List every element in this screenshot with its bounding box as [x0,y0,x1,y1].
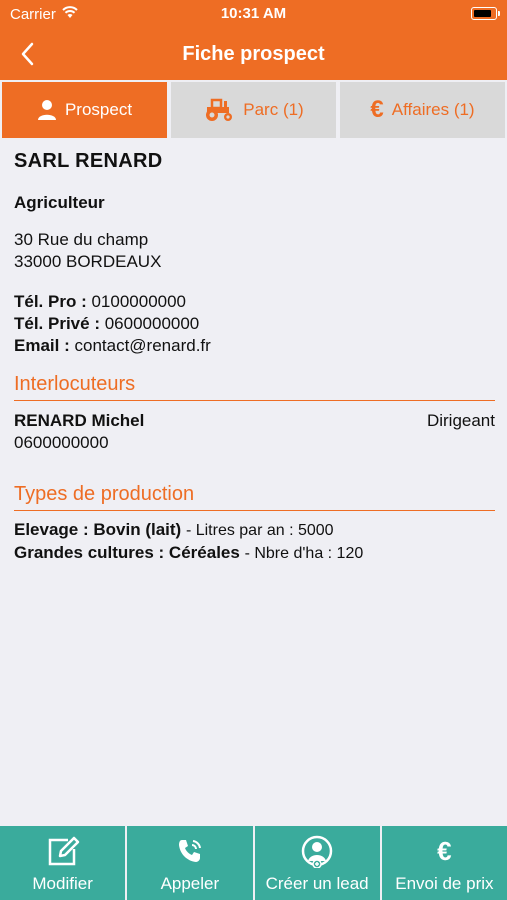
tab-affaires-label: Affaires (1) [391,100,475,119]
production-detail: - Nbre d'ha : 120 [244,545,364,562]
create-lead-icon [301,835,333,868]
tab-parc[interactable]: Parc (1) [171,82,336,138]
creer-lead-button[interactable]: Créer un lead [254,826,380,900]
tel-prive-label: Tél. Privé : [14,314,100,333]
person-icon [37,100,56,120]
action-bar: Modifier Appeler Créer un lead € Envoi d… [0,826,507,900]
envoi-prix-button[interactable]: € Envoi de prix [381,826,507,900]
production-item: Elevage : Bovin (lait) - Litres par an :… [14,519,495,542]
tel-pro-value[interactable]: 0100000000 [91,292,186,311]
interlocutor-phone: 0600000000 [14,433,109,452]
address-line1: 30 Rue du champ [14,230,149,249]
email-row: Email : contact@renard.fr [14,335,495,357]
modifier-label: Modifier [32,874,93,893]
production-detail: - Litres par an : 5000 [185,522,334,539]
tel-pro-label: Tél. Pro : [14,292,87,311]
creer-lead-label: Créer un lead [265,874,369,893]
tractor-icon [206,98,233,121]
company-name: SARL RENARD [14,150,163,172]
tab-bar: Prospect Parc (1) € Affaires (1) [0,82,507,138]
battery-icon [471,7,500,20]
phone-icon [178,840,201,862]
edit-icon [48,836,79,866]
section-interlocuteurs-title: Interlocuteurs [14,373,495,401]
production-item: Grandes cultures : Céréales - Nbre d'ha … [14,542,495,565]
section-production-title: Types de production [14,483,495,511]
address: 30 Rue du champ 33000 BORDEAUX [14,229,495,273]
production-list: Elevage : Bovin (lait) - Litres par an :… [14,519,495,565]
email-value[interactable]: contact@renard.fr [74,336,210,355]
euro-icon: € [437,835,452,866]
prospect-details: SARL RENARD Agriculteur 30 Rue du champ … [14,150,495,565]
contact-info: Tél. Pro : 0100000000 Tél. Privé : 06000… [14,291,495,357]
tel-prive-value[interactable]: 0600000000 [105,314,200,333]
activity: Agriculteur [14,193,105,212]
production-type: Elevage : Bovin (lait) [14,520,182,539]
tab-prospect[interactable]: Prospect [2,82,167,138]
email-label: Email : [14,336,70,355]
tab-affaires[interactable]: € Affaires (1) [340,82,505,138]
appeler-label: Appeler [160,874,220,893]
nav-bar: Fiche prospect [0,28,507,80]
page-title: Fiche prospect [182,43,325,65]
tab-prospect-label: Prospect [64,100,133,119]
tab-parc-label: Parc (1) [243,100,304,119]
tel-pro-row: Tél. Pro : 0100000000 [14,291,495,313]
interlocutor-row: RENARD Michel Dirigeant [14,411,495,431]
interlocutor-item[interactable]: RENARD Michel Dirigeant 0600000000 [14,411,495,453]
interlocutor-role: Dirigeant [426,411,495,430]
address-line2: 33000 BORDEAUX [14,252,162,271]
appeler-button[interactable]: Appeler [127,826,253,900]
interlocutor-name: RENARD Michel [14,411,145,430]
status-bar: Carrier 10:31 AM [0,0,507,28]
envoi-prix-label: Envoi de prix [395,874,494,893]
euro-icon: € [370,96,384,123]
modifier-button[interactable]: Modifier [0,826,126,900]
status-time: 10:31 AM [220,5,287,22]
production-type: Grandes cultures : Céréales [14,543,240,562]
tel-prive-row: Tél. Privé : 0600000000 [14,313,495,335]
